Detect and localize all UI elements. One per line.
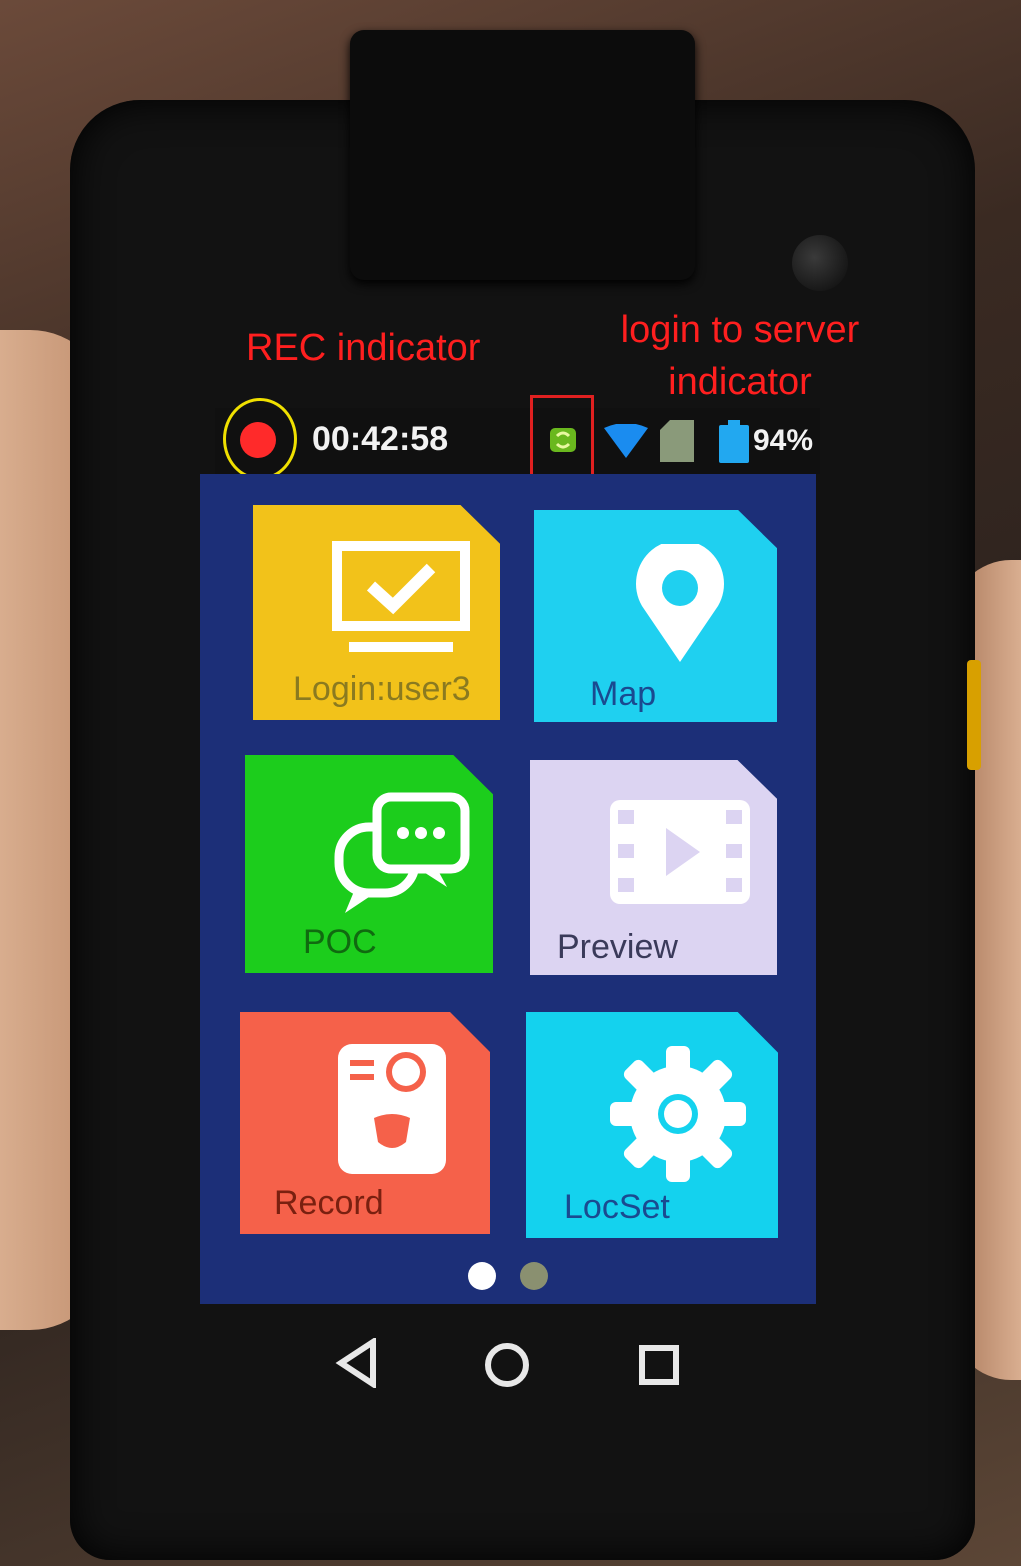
login-annotation-line2: indicator	[668, 361, 812, 403]
rec-indicator-annotation: REC indicator	[246, 327, 481, 369]
locset-tile-label: LocSet	[564, 1188, 670, 1226]
video-play-icon	[610, 800, 750, 904]
poc-tile[interactable]: POC	[245, 755, 493, 973]
home-icon[interactable]	[482, 1340, 532, 1394]
map-tile[interactable]: Map	[534, 510, 777, 722]
device-clip	[350, 30, 695, 280]
battery-percent: 94%	[753, 424, 814, 457]
sd-card-icon	[660, 420, 694, 466]
record-tile[interactable]: Record	[240, 1012, 490, 1234]
map-tile-label: Map	[590, 675, 657, 713]
location-pin-icon	[636, 544, 724, 662]
page-dot-inactive[interactable]	[520, 1262, 548, 1290]
login-indicator-annotation: login to server indicator	[605, 304, 875, 408]
preview-tile[interactable]: Preview	[530, 760, 777, 975]
login-tile-label: Login:user3	[293, 670, 471, 708]
side-key[interactable]	[967, 660, 981, 770]
rec-timer: 00:42:58	[312, 420, 449, 458]
record-tile-label: Record	[274, 1184, 384, 1222]
gear-icon	[610, 1046, 746, 1182]
locset-tile[interactable]: LocSet	[526, 1012, 778, 1238]
login-tile[interactable]: Login:user3	[253, 505, 500, 720]
wifi-icon	[604, 423, 648, 464]
page-dot-active[interactable]	[468, 1262, 496, 1290]
back-icon[interactable]	[335, 1336, 379, 1392]
bodycam-icon	[338, 1044, 446, 1174]
login-annotation-line1: login to server	[620, 309, 860, 351]
recents-icon[interactable]	[638, 1344, 682, 1392]
battery-icon	[718, 420, 750, 468]
rec-highlight-circle	[223, 398, 297, 480]
chat-bubbles-icon	[334, 792, 470, 913]
poc-tile-label: POC	[303, 923, 377, 961]
preview-tile-label: Preview	[557, 928, 678, 966]
camera-lens	[792, 235, 848, 291]
server-indicator-highlight-box	[530, 395, 594, 481]
monitor-check-icon	[332, 541, 470, 652]
